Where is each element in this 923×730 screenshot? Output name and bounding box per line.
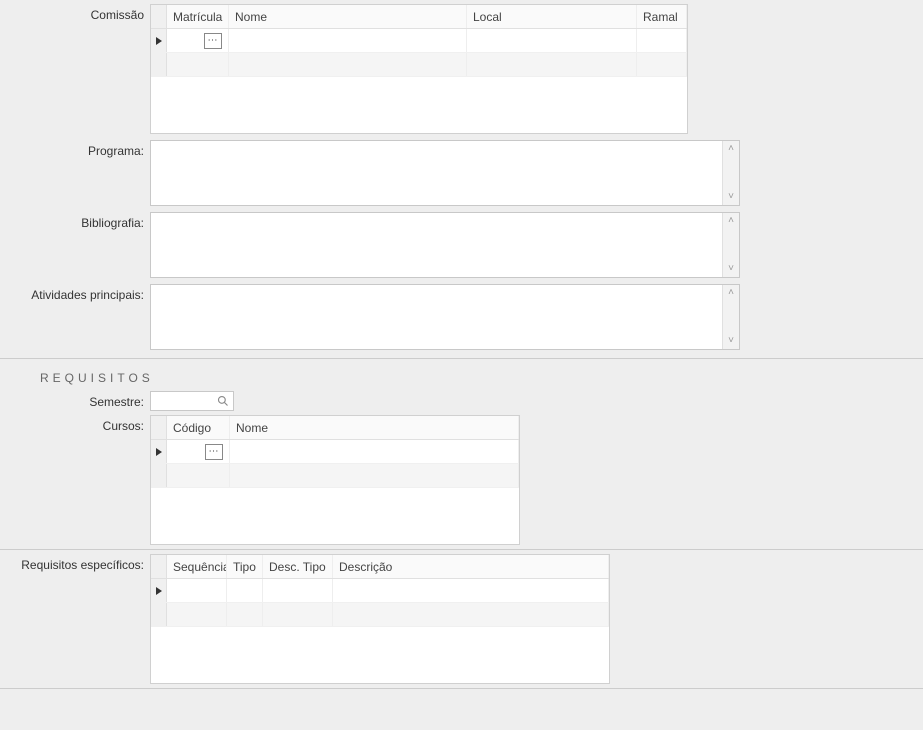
scrollbar[interactable]: ˄ ˅	[722, 285, 739, 349]
cell-descricao[interactable]	[333, 603, 609, 626]
comissao-grid-header: Matrícula Nome Local Ramal	[151, 5, 687, 29]
scroll-up-icon[interactable]: ˄	[728, 141, 734, 157]
cursos-grid-header: Código Nome	[151, 416, 519, 440]
table-row[interactable]	[151, 53, 687, 77]
col-sequencia[interactable]: Sequência	[167, 555, 227, 578]
col-ramal[interactable]: Ramal	[637, 5, 687, 28]
atividades-textarea[interactable]	[151, 285, 739, 349]
cell-tipo[interactable]	[227, 579, 263, 602]
bibliografia-label: Bibliografia:	[0, 212, 150, 230]
row-indicator-icon	[151, 53, 167, 76]
table-row[interactable]	[151, 579, 609, 603]
row-indicator-icon	[151, 464, 167, 487]
cell-ramal[interactable]	[637, 53, 687, 76]
row-indicator-icon	[151, 579, 167, 602]
table-row[interactable]	[151, 440, 519, 464]
table-row[interactable]	[151, 603, 609, 627]
cell-nome[interactable]	[230, 440, 519, 463]
row-indicator-icon	[151, 603, 167, 626]
divider	[0, 549, 923, 550]
lookup-button[interactable]	[205, 444, 223, 460]
row-indicator-icon	[151, 29, 167, 52]
semestre-field[interactable]	[150, 391, 234, 411]
cell-codigo[interactable]	[167, 440, 230, 463]
col-codigo[interactable]: Código	[167, 416, 230, 439]
cell-nome[interactable]	[229, 29, 467, 52]
cell-local[interactable]	[467, 53, 637, 76]
semestre-label: Semestre:	[0, 391, 150, 409]
col-matricula[interactable]: Matrícula	[167, 5, 229, 28]
col-nome[interactable]: Nome	[230, 416, 519, 439]
table-row[interactable]	[151, 464, 519, 488]
requisitos-grid[interactable]: Sequência Tipo Desc. Tipo Descrição	[150, 554, 610, 684]
col-desctipo[interactable]: Desc. Tipo	[263, 555, 333, 578]
row-indicator-icon	[151, 440, 167, 463]
scroll-down-icon[interactable]: ˅	[728, 189, 734, 205]
bibliografia-textarea[interactable]	[151, 213, 739, 277]
cell-local[interactable]	[467, 29, 637, 52]
scroll-down-icon[interactable]: ˅	[728, 333, 734, 349]
search-icon[interactable]	[217, 395, 229, 407]
requisitos-grid-header: Sequência Tipo Desc. Tipo Descrição	[151, 555, 609, 579]
divider	[0, 358, 923, 359]
row-indicator-header	[151, 416, 167, 439]
col-tipo[interactable]: Tipo	[227, 555, 263, 578]
cell-nome[interactable]	[229, 53, 467, 76]
cell-codigo[interactable]	[167, 464, 230, 487]
programa-textarea[interactable]	[151, 141, 739, 205]
comissao-label: Comissão	[0, 4, 150, 22]
requisitos-especificos-label: Requisitos específicos:	[0, 554, 150, 572]
cell-desctipo[interactable]	[263, 603, 333, 626]
cursos-grid[interactable]: Código Nome	[150, 415, 520, 545]
scrollbar[interactable]: ˄ ˅	[722, 213, 739, 277]
divider	[0, 688, 923, 689]
col-local[interactable]: Local	[467, 5, 637, 28]
requisitos-heading: REQUISITOS	[0, 365, 923, 391]
scroll-up-icon[interactable]: ˄	[728, 285, 734, 301]
cell-descricao[interactable]	[333, 579, 609, 602]
atividades-label: Atividades principais:	[0, 284, 150, 302]
col-descricao[interactable]: Descrição	[333, 555, 609, 578]
lookup-button[interactable]	[204, 33, 222, 49]
cell-matricula[interactable]	[167, 53, 229, 76]
scroll-up-icon[interactable]: ˄	[728, 213, 734, 229]
cursos-label: Cursos:	[0, 415, 150, 433]
programa-label: Programa:	[0, 140, 150, 158]
comissao-grid[interactable]: Matrícula Nome Local Ramal	[150, 4, 688, 134]
cell-nome[interactable]	[230, 464, 519, 487]
table-row[interactable]	[151, 29, 687, 53]
cell-ramal[interactable]	[637, 29, 687, 52]
semestre-input[interactable]	[155, 394, 207, 408]
scroll-down-icon[interactable]: ˅	[728, 261, 734, 277]
cell-sequencia[interactable]	[167, 579, 227, 602]
row-indicator-header	[151, 555, 167, 578]
cell-tipo[interactable]	[227, 603, 263, 626]
cell-desctipo[interactable]	[263, 579, 333, 602]
cell-sequencia[interactable]	[167, 603, 227, 626]
row-indicator-header	[151, 5, 167, 28]
scrollbar[interactable]: ˄ ˅	[722, 141, 739, 205]
col-nome[interactable]: Nome	[229, 5, 467, 28]
cell-matricula[interactable]	[167, 29, 229, 52]
